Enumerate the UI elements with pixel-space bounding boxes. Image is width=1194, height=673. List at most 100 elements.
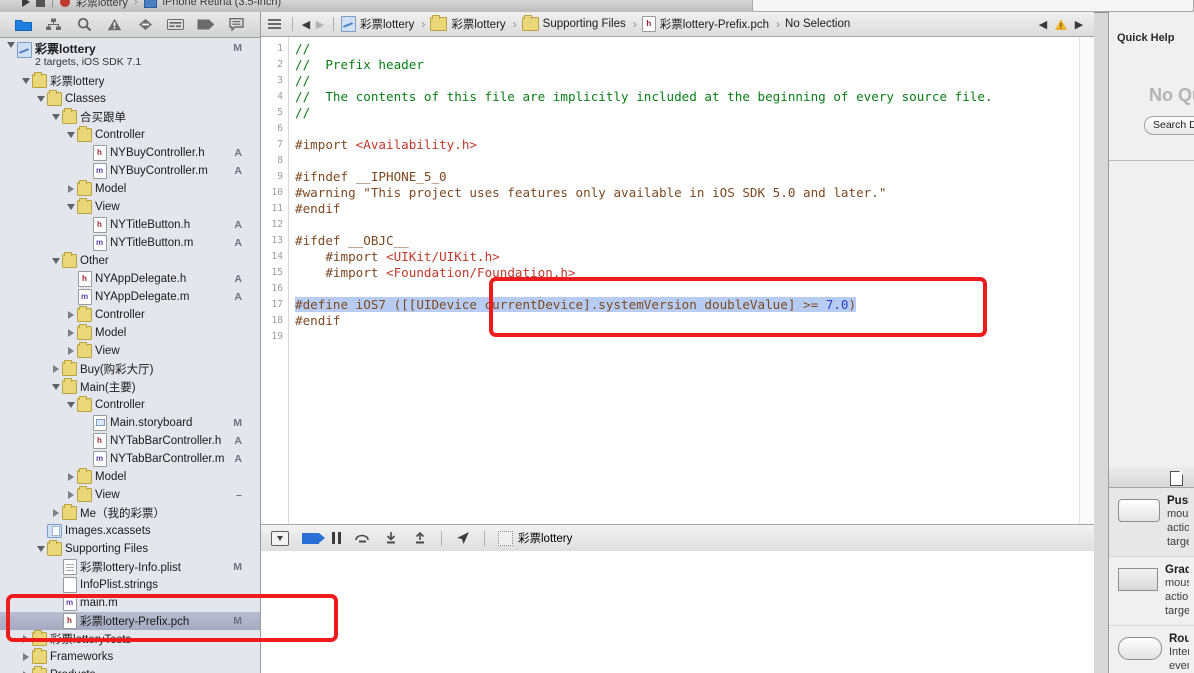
chevron-down-icon[interactable]: [4, 42, 17, 48]
destination-label[interactable]: iPhone Retina (3.5-inch): [163, 0, 282, 8]
file-tree-row[interactable]: Other: [0, 252, 260, 270]
code-line[interactable]: [289, 217, 1094, 233]
breadcrumb-file[interactable]: h 彩票lottery-Prefix.pch ›: [641, 16, 784, 32]
chevron-down-icon[interactable]: [49, 114, 62, 120]
file-tree-row[interactable]: Controller: [0, 306, 260, 324]
file-tree-row[interactable]: h 彩票lottery-Prefix.pch M: [0, 612, 260, 630]
code-line[interactable]: #import <Availability.h>: [289, 137, 1094, 153]
step-into-button[interactable]: [383, 531, 399, 545]
file-tree-row[interactable]: m main.m: [0, 594, 260, 612]
chevron-right-icon[interactable]: [64, 311, 77, 319]
code-line[interactable]: //: [289, 41, 1094, 57]
chevron-down-icon[interactable]: [34, 546, 47, 552]
step-out-button[interactable]: [412, 531, 428, 545]
stop-button-icon[interactable]: [36, 0, 45, 7]
chevron-down-icon[interactable]: [64, 402, 77, 408]
breadcrumb-group[interactable]: 彩票lottery ›: [429, 15, 520, 32]
hide-debug-area-button[interactable]: [271, 530, 289, 546]
file-tree-row[interactable]: 彩票lotteryTests: [0, 630, 260, 648]
scheme-label[interactable]: 彩票lottery: [76, 0, 128, 10]
file-tree-row[interactable]: h NYBuyController.h A: [0, 144, 260, 162]
code-line[interactable]: #warning "This project uses features onl…: [289, 185, 1094, 201]
navigator-tab-search-navigator[interactable]: [73, 16, 95, 34]
activate-breakpoints-button[interactable]: [302, 532, 325, 544]
file-tree-row[interactable]: Frameworks: [0, 648, 260, 666]
simulate-location-button[interactable]: [455, 531, 471, 545]
source-code-area[interactable]: 1 2 3 4 5 6 7 8 9 10 11 12 13 14 15 16 17 18 19 //// Prefi…: [261, 37, 1094, 524]
pause-button[interactable]: [332, 532, 341, 544]
file-tree-row[interactable]: Model: [0, 468, 260, 486]
code-line[interactable]: #endif: [289, 313, 1094, 329]
go-forward-button[interactable]: ▶: [313, 18, 327, 31]
library-item[interactable]: Gradient Buttonmouse-down, sends an acti…: [1109, 556, 1194, 625]
project-file-tree[interactable]: 彩票lottery 2 targets, iOS SDK 7.1 M 彩票lotter…: [0, 38, 260, 673]
warning-triangle-icon[interactable]: [1055, 18, 1067, 31]
chevron-right-icon[interactable]: [64, 185, 77, 193]
file-tree-row[interactable]: h NYAppDelegate.h A: [0, 270, 260, 288]
chevron-right-icon[interactable]: [64, 491, 77, 499]
code-line[interactable]: [289, 153, 1094, 169]
navigator-tab-symbol-navigator[interactable]: [43, 16, 65, 34]
file-tree-row[interactable]: m NYAppDelegate.m A: [0, 288, 260, 306]
chevron-down-icon[interactable]: [64, 204, 77, 210]
file-tree-row[interactable]: Products: [0, 666, 260, 673]
chevron-down-icon[interactable]: [64, 132, 77, 138]
file-tree-row[interactable]: Model: [0, 180, 260, 198]
breadcrumb-selection[interactable]: No Selection: [784, 18, 851, 30]
debug-process-item[interactable]: 彩票lottery: [498, 530, 572, 546]
navigator-tab-debug-navigator[interactable]: [165, 16, 187, 34]
chevron-right-icon[interactable]: [64, 473, 77, 481]
library-tab-object-library[interactable]: [1170, 470, 1185, 486]
chevron-down-icon[interactable]: [19, 78, 32, 84]
file-tree-row[interactable]: m NYBuyController.m A: [0, 162, 260, 180]
file-tree-row[interactable]: Controller: [0, 126, 260, 144]
code-line[interactable]: // The contents of this file are implici…: [289, 89, 1094, 105]
file-tree-row[interactable]: h NYTitleButton.h A: [0, 216, 260, 234]
breadcrumb-project[interactable]: 彩票lottery ›: [340, 16, 429, 32]
navigator-tab-log-navigator[interactable]: [226, 16, 248, 34]
chevron-down-icon[interactable]: [49, 258, 62, 264]
chevron-down-icon[interactable]: [34, 96, 47, 102]
file-tree-row[interactable]: Classes: [0, 90, 260, 108]
file-tree-row[interactable]: m NYTitleButton.m A: [0, 234, 260, 252]
debug-console-area[interactable]: [261, 551, 1094, 673]
file-tree-row[interactable]: InfoPlist.strings: [0, 576, 260, 594]
chevron-right-icon[interactable]: [64, 347, 77, 355]
code-line[interactable]: [289, 281, 1094, 297]
next-issue-button[interactable]: ▶: [1072, 18, 1086, 31]
file-tree-row[interactable]: View –: [0, 486, 260, 504]
file-tree-row[interactable]: 合买跟单: [0, 108, 260, 126]
file-tree-row[interactable]: h NYTabBarController.h A: [0, 432, 260, 450]
chevron-right-icon[interactable]: [19, 653, 32, 661]
code-line[interactable]: [289, 329, 1094, 345]
file-tree-row[interactable]: 彩票lottery: [0, 72, 260, 90]
navigator-tab-project-navigator[interactable]: [12, 16, 34, 34]
file-tree-row[interactable]: Me（我的彩票）: [0, 504, 260, 522]
file-tree-row[interactable]: View: [0, 198, 260, 216]
file-tree-row[interactable]: Controller: [0, 396, 260, 414]
chevron-right-icon[interactable]: [49, 509, 62, 517]
file-tree-row[interactable]: 彩票lottery 2 targets, iOS SDK 7.1 M: [0, 42, 260, 72]
file-tree-row[interactable]: m NYTabBarController.m A: [0, 450, 260, 468]
code-line[interactable]: [289, 121, 1094, 137]
search-documentation-button[interactable]: Search Documentation: [1144, 116, 1194, 135]
navigator-tab-breakpoint-navigator[interactable]: [195, 16, 217, 34]
file-tree-row[interactable]: Images.xcassets: [0, 522, 260, 540]
previous-issue-button[interactable]: ◀: [1036, 18, 1050, 31]
file-tree-row[interactable]: View: [0, 342, 260, 360]
destination-icon[interactable]: [143, 0, 157, 8]
library-item[interactable]: Rounded Rect ButtonIntercepts mouse-down…: [1109, 625, 1194, 673]
code-line[interactable]: //: [289, 73, 1094, 89]
chevron-right-icon[interactable]: [19, 635, 32, 643]
scheme-icon[interactable]: [59, 0, 70, 7]
code-line[interactable]: #import <UIKit/UIKit.h>: [289, 249, 1094, 265]
chevron-right-icon[interactable]: [64, 329, 77, 337]
code-line[interactable]: #ifndef __IPHONE_5_0: [289, 169, 1094, 185]
navigator-tab-test-navigator[interactable]: [134, 16, 156, 34]
object-library-list[interactable]: Push Buttonmouse-down, sends an action m…: [1109, 488, 1194, 673]
code-line[interactable]: #import <Foundation/Foundation.h>: [289, 265, 1094, 281]
editor-vertical-scrollbar[interactable]: [1079, 37, 1094, 524]
breadcrumb-supporting-files[interactable]: Supporting Files ›: [521, 15, 641, 31]
navigator-tab-issue-navigator[interactable]: [104, 16, 126, 34]
file-tree-row[interactable]: Main(主要): [0, 378, 260, 396]
